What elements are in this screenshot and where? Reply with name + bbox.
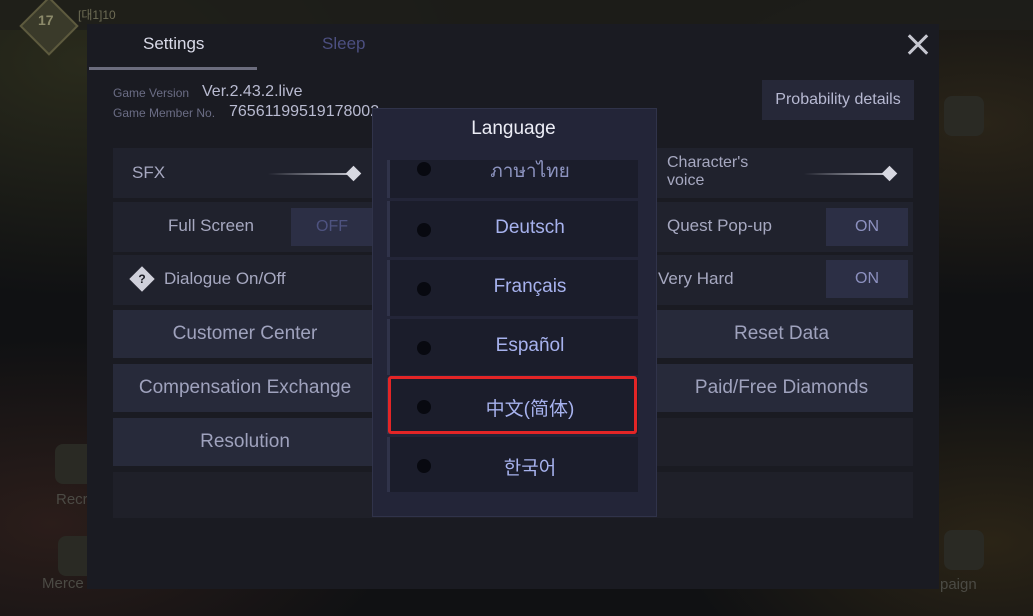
language-option-korean[interactable]: 한국어 xyxy=(387,437,638,492)
member-number-label: Game Member No. xyxy=(113,106,216,120)
voice-slider-track[interactable] xyxy=(804,173,892,175)
radio-dot-icon xyxy=(417,459,431,473)
member-number-value: 76561199519178002 xyxy=(229,103,380,120)
reset-data-button[interactable]: Reset Data xyxy=(650,310,913,358)
character-voice-line-2: voice xyxy=(667,172,705,189)
probability-details-button[interactable]: Probability details xyxy=(762,80,914,120)
close-button[interactable] xyxy=(903,30,933,60)
empty-button-slot xyxy=(650,418,913,466)
campaign-label: paign xyxy=(940,576,977,593)
paid-free-diamonds-button[interactable]: Paid/Free Diamonds xyxy=(650,364,913,412)
tab-settings[interactable]: Settings xyxy=(143,34,204,54)
mercenary-label: Merce xyxy=(42,575,84,592)
full-screen-toggle[interactable]: OFF xyxy=(291,208,373,246)
game-version-label: Game Version xyxy=(113,86,190,100)
resolution-button[interactable]: Resolution xyxy=(113,418,377,466)
language-option-label: Español xyxy=(495,335,565,356)
language-option-label: Deutsch xyxy=(495,217,565,238)
character-voice-label: Character's voice xyxy=(667,154,748,190)
language-option-thai[interactable]: ภาษาไทย xyxy=(387,160,638,198)
language-option-label: Français xyxy=(493,276,567,297)
very-hard-label: Very Hard xyxy=(658,269,734,288)
quest-popup-toggle[interactable]: ON xyxy=(826,208,908,246)
radio-dot-icon xyxy=(417,341,431,355)
compensation-exchange-button[interactable]: Compensation Exchange xyxy=(113,364,377,412)
radio-dot-icon xyxy=(417,162,431,176)
character-voice-line-1: Character's xyxy=(667,154,749,171)
recruit-label: Recr xyxy=(56,491,88,508)
level-number: 17 xyxy=(38,12,54,28)
player-name: [대1]10 xyxy=(78,8,116,22)
language-option-espanol[interactable]: Español xyxy=(387,319,638,375)
dialogue-label: Dialogue On/Off xyxy=(164,269,286,288)
game-version-value: Ver.2.43.2.live xyxy=(202,83,303,100)
radio-dot-icon xyxy=(417,223,431,237)
highlight-box xyxy=(388,376,637,434)
side-menu-icon xyxy=(944,96,984,136)
language-title: Language xyxy=(471,118,556,139)
full-screen-label: Full Screen xyxy=(168,216,254,235)
language-option-label: 한국어 xyxy=(503,458,557,479)
sfx-slider-track[interactable] xyxy=(268,173,356,175)
help-question-mark: ? xyxy=(138,272,146,286)
radio-dot-icon xyxy=(417,282,431,296)
language-option-francais[interactable]: Français xyxy=(387,260,638,316)
quest-popup-label: Quest Pop-up xyxy=(667,216,772,235)
language-list[interactable]: ภาษาไทย Deutsch Français Español 中文(简体) … xyxy=(387,160,638,492)
campaign-icon xyxy=(944,530,984,570)
language-option-label: ภาษาไทย xyxy=(490,161,570,182)
tab-sleep[interactable]: Sleep xyxy=(322,34,365,54)
customer-center-button[interactable]: Customer Center xyxy=(113,310,377,358)
sfx-label: SFX xyxy=(132,163,166,182)
tab-active-indicator xyxy=(89,67,257,70)
language-option-deutsch[interactable]: Deutsch xyxy=(387,201,638,257)
very-hard-toggle[interactable]: ON xyxy=(826,260,908,298)
